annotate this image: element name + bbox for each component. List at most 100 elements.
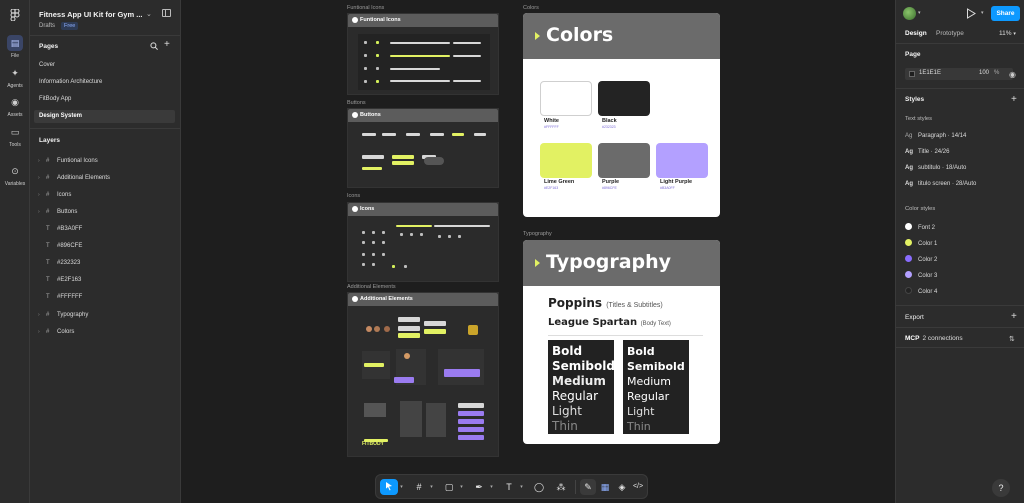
- frame-label[interactable]: Additional Elements: [347, 284, 396, 290]
- swatch-white: [540, 81, 592, 116]
- colors-frame[interactable]: Colors White #FFFFFF Black #232323 Lime …: [523, 13, 720, 217]
- frame-label[interactable]: Buttons: [347, 100, 366, 106]
- page-item-fitbody-app[interactable]: FitBody App: [34, 93, 175, 106]
- add-page-icon[interactable]: +: [164, 40, 170, 50]
- chevron-down-icon[interactable]: ▾: [398, 479, 405, 495]
- layer-text[interactable]: T #896CFE: [46, 240, 186, 253]
- tab-design[interactable]: Design: [905, 30, 927, 37]
- chevron-down-icon[interactable]: ▾: [918, 10, 921, 16]
- chevron-down-icon[interactable]: ▾: [518, 479, 525, 495]
- frame-icon: #: [46, 175, 50, 181]
- left-rail: ▤ File ✦ Agents ◉ Assets ▭ Tools ⊙ Varia…: [0, 0, 30, 503]
- rail-file[interactable]: ▤ File: [0, 35, 30, 59]
- color-style-item[interactable]: Color 1: [905, 239, 937, 247]
- text-style-item[interactable]: Ag subtitulo · 18/Auto: [905, 165, 966, 171]
- frame-label[interactable]: Colors: [523, 5, 539, 11]
- styles-section-title: Styles: [905, 96, 925, 103]
- settings-sliders-icon[interactable]: ⇅: [1009, 335, 1015, 343]
- page-item-cover[interactable]: Cover: [34, 59, 175, 72]
- color-dot: [905, 287, 912, 294]
- text-style-icon: Ag: [905, 149, 913, 155]
- frame-label[interactable]: Funtional Icons: [347, 5, 384, 11]
- figma-logo-icon[interactable]: [9, 9, 21, 21]
- dev-mode-button[interactable]: ◈: [614, 479, 630, 495]
- page-item-design-system[interactable]: Design System: [34, 110, 175, 123]
- layer-text[interactable]: T #FFFFFF: [46, 291, 186, 304]
- font-poppins: Poppins (Titles & Subtitles): [548, 296, 663, 310]
- rail-tools[interactable]: ▭ Tools: [0, 124, 30, 148]
- frame-tool-button[interactable]: #: [410, 479, 428, 495]
- chevron-down-icon[interactable]: ⌄: [146, 10, 152, 18]
- mcp-status[interactable]: MCP 2 connections: [905, 335, 963, 342]
- present-play-icon[interactable]: [966, 8, 976, 19]
- tab-prototype[interactable]: Prototype: [936, 30, 964, 37]
- color-style-item[interactable]: Color 4: [905, 287, 937, 295]
- colors-title: Colors: [546, 24, 614, 46]
- typography-frame[interactable]: Typography Poppins (Titles & Subtitles) …: [523, 240, 720, 444]
- color-style-item[interactable]: Color 3: [905, 271, 937, 279]
- icons-frame[interactable]: Icons: [347, 202, 499, 282]
- color-dot: [905, 223, 912, 230]
- layer-icons[interactable]: › # Icons: [38, 189, 178, 202]
- eye-icon[interactable]: ◉: [1009, 70, 1016, 79]
- triangle-icon: [535, 259, 540, 267]
- panel-toggle-icon[interactable]: [162, 9, 171, 17]
- text-style-item[interactable]: Ag Title · 24/26: [905, 149, 949, 155]
- layer-additional-elements[interactable]: › # Additional Elements: [38, 172, 178, 185]
- chevron-down-icon[interactable]: ▾: [428, 479, 435, 495]
- color-style-item[interactable]: Font 2: [905, 223, 935, 231]
- text-layer-icon: T: [46, 243, 50, 249]
- text-tool-button[interactable]: T: [500, 479, 518, 495]
- layer-text[interactable]: T #E2F163: [46, 274, 186, 287]
- page-color-field[interactable]: 1E1E1E 100 %: [905, 68, 1013, 80]
- rail-assets[interactable]: ◉ Assets: [0, 94, 30, 118]
- chevron-right-icon[interactable]: ›: [38, 206, 46, 219]
- layer-text[interactable]: T #232323: [46, 257, 186, 270]
- file-title[interactable]: Fitness App UI Kit for Gym ...: [39, 10, 142, 19]
- share-button[interactable]: Share: [991, 6, 1020, 21]
- rail-agents[interactable]: ✦ Agents: [0, 65, 30, 89]
- design-mode-button[interactable]: ▦: [597, 479, 613, 495]
- frame-label[interactable]: Icons: [347, 193, 360, 199]
- text-style-item[interactable]: Ag titulo screen · 28/Auto: [905, 181, 976, 187]
- chevron-down-icon[interactable]: ▾: [458, 479, 465, 495]
- buttons-frame[interactable]: Buttons: [347, 108, 499, 188]
- rail-variables[interactable]: ⊙ Variables: [0, 163, 30, 187]
- layer-text[interactable]: T #B3A0FF: [46, 223, 186, 236]
- components-tool-button[interactable]: ⁂: [552, 479, 570, 495]
- draw-mode-button[interactable]: ✎: [580, 479, 596, 495]
- layer-funtional-icons[interactable]: › # Funtional Icons: [38, 155, 178, 168]
- divider: [30, 128, 181, 129]
- file-location[interactable]: Drafts: [39, 23, 55, 29]
- chevron-right-icon[interactable]: ›: [38, 309, 46, 322]
- rectangle-tool-button[interactable]: ▢: [440, 479, 458, 495]
- chevron-right-icon[interactable]: ›: [38, 326, 46, 339]
- avatar[interactable]: [903, 7, 916, 20]
- page-color-swatch[interactable]: [909, 71, 915, 77]
- pen-tool-button[interactable]: ✒: [470, 479, 488, 495]
- color-styles-title: Color styles: [905, 206, 936, 212]
- zoom-level[interactable]: 11% ▾: [999, 30, 1016, 37]
- chevron-right-icon[interactable]: ›: [38, 172, 46, 185]
- layer-colors[interactable]: › # Colors: [38, 326, 178, 339]
- comment-tool-button[interactable]: ◯: [530, 479, 548, 495]
- frame-label[interactable]: Typography: [523, 231, 552, 237]
- search-icon[interactable]: [150, 42, 158, 50]
- canvas[interactable]: Funtional Icons Funtional Icons Buttons …: [181, 0, 895, 503]
- chevron-down-icon[interactable]: ▾: [488, 479, 495, 495]
- chevron-down-icon[interactable]: ▾: [981, 10, 984, 16]
- layer-buttons[interactable]: › # Buttons: [38, 206, 178, 219]
- layer-typography[interactable]: › # Typography: [38, 309, 178, 322]
- text-style-item[interactable]: Ag Paragraph · 14/14: [905, 133, 966, 139]
- additional-elements-frame[interactable]: Additional Elements FITBODY: [347, 292, 499, 457]
- add-style-icon[interactable]: +: [1011, 95, 1017, 105]
- page-item-information-architecture[interactable]: Information Architecture: [34, 76, 175, 89]
- chevron-right-icon[interactable]: ›: [38, 189, 46, 202]
- move-tool-button[interactable]: [380, 479, 398, 495]
- help-button[interactable]: ?: [992, 479, 1010, 497]
- add-export-icon[interactable]: +: [1011, 312, 1017, 322]
- functional-icons-frame[interactable]: Funtional Icons: [347, 13, 499, 95]
- code-button[interactable]: </>: [630, 479, 646, 495]
- color-style-item[interactable]: Color 2: [905, 255, 937, 263]
- chevron-right-icon[interactable]: ›: [38, 155, 46, 168]
